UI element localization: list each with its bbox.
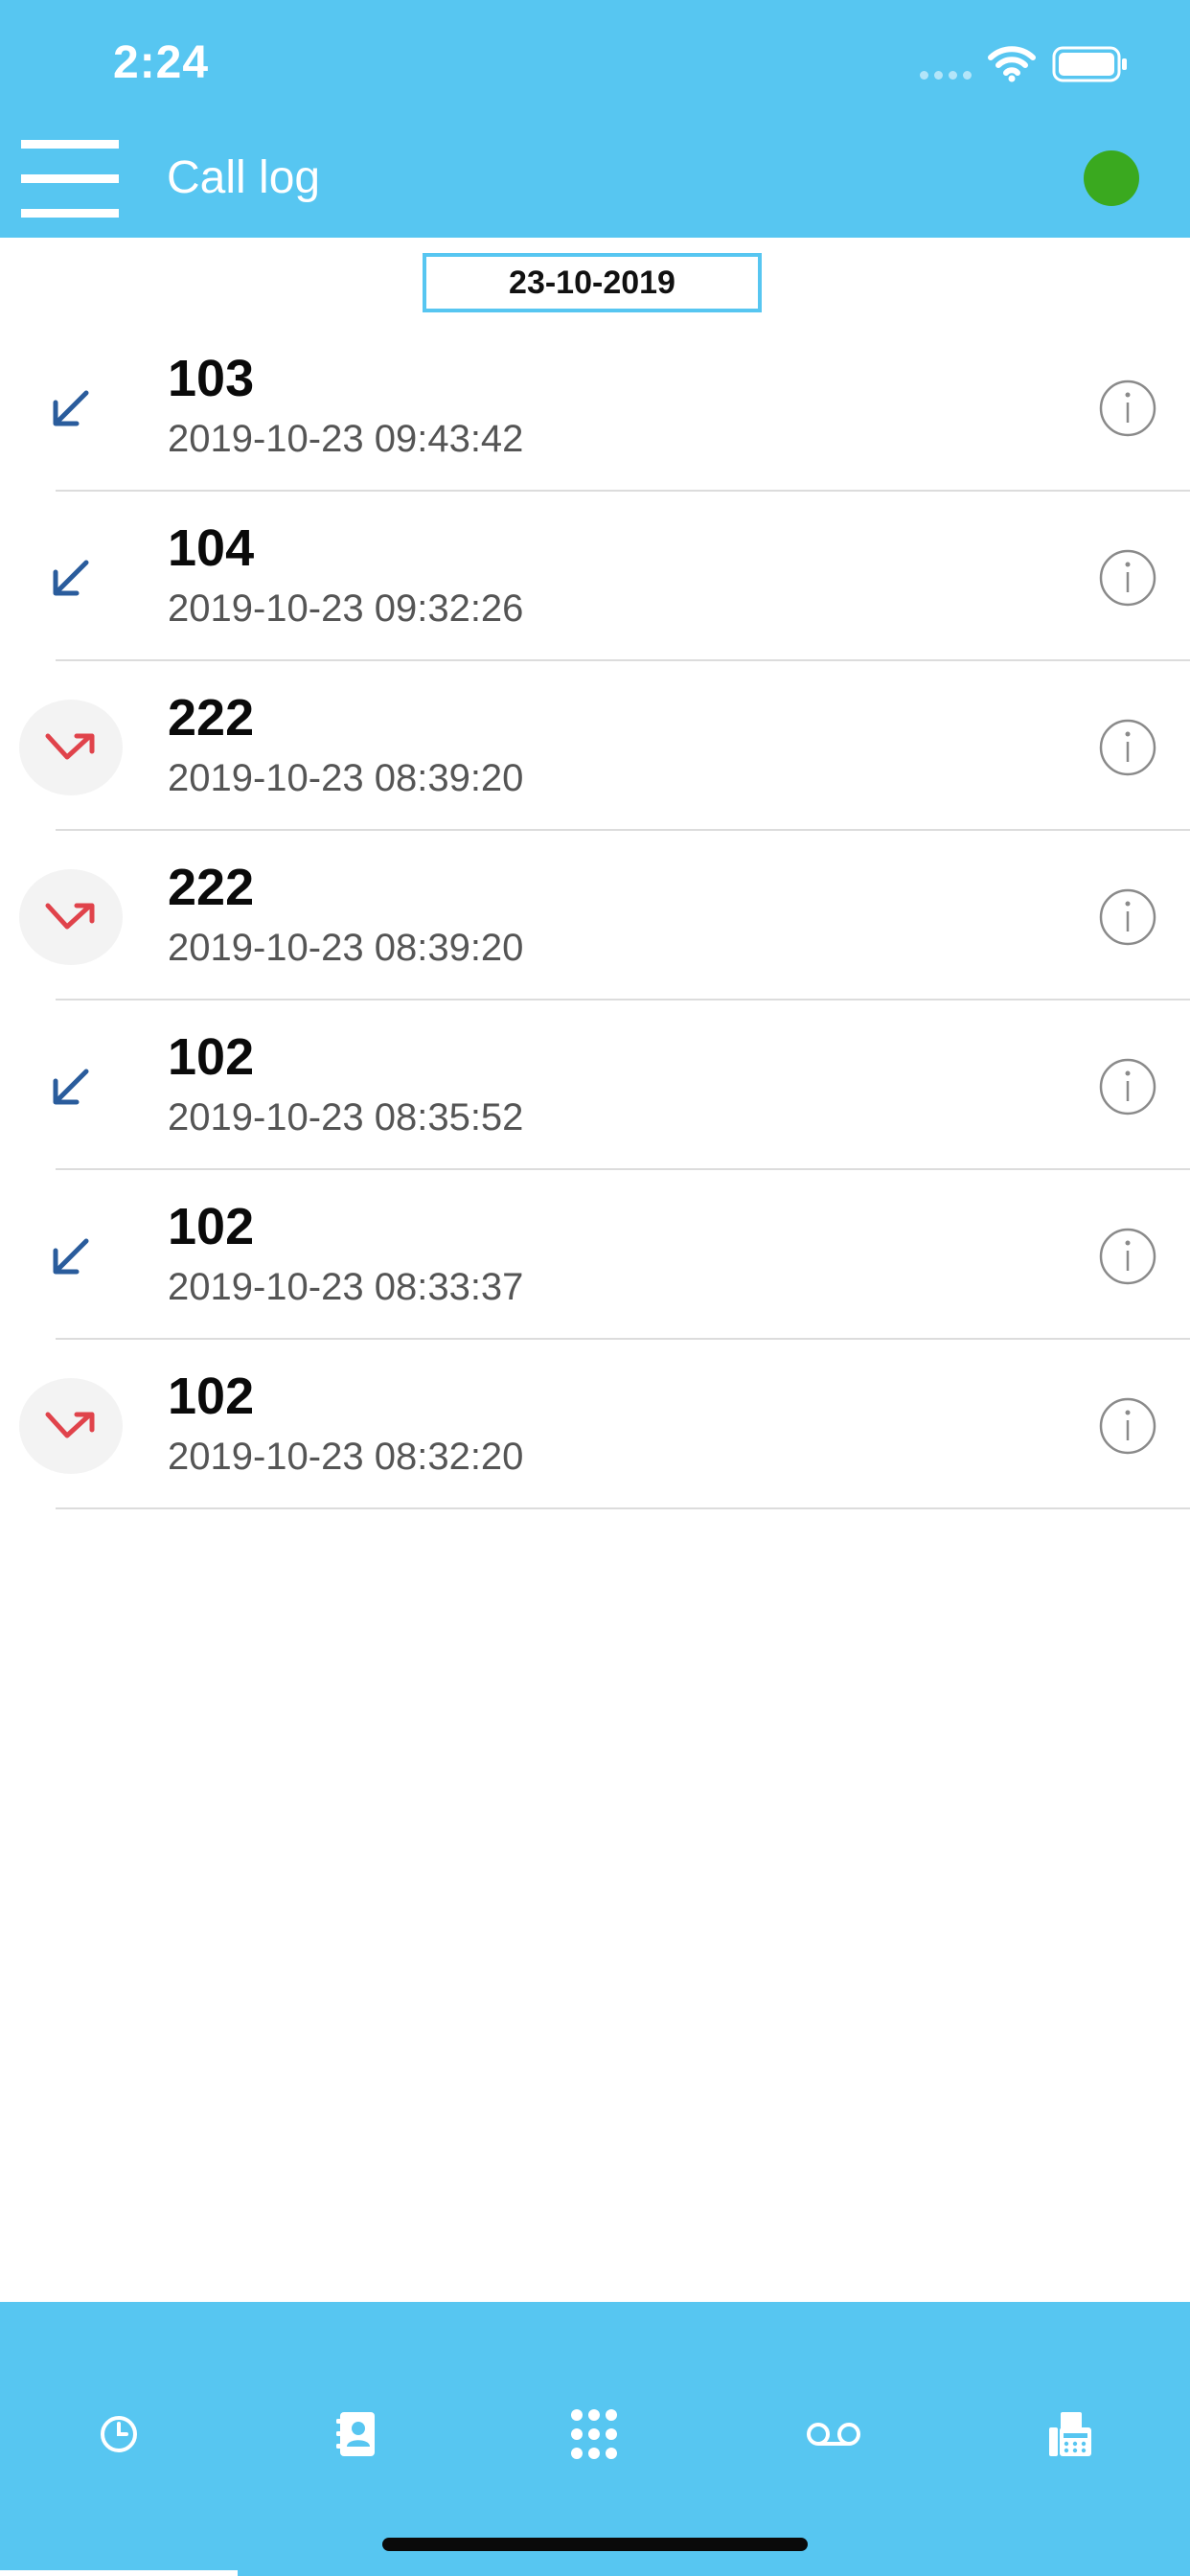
call-number: 222	[168, 689, 255, 747]
cellular-signal-icon	[920, 71, 972, 80]
call-number: 102	[168, 1368, 255, 1425]
tab-fax[interactable]	[1041, 2405, 1099, 2463]
call-info-button[interactable]	[1098, 1396, 1157, 1456]
dialpad-icon	[571, 2409, 617, 2459]
tab-contacts[interactable]	[328, 2405, 385, 2463]
call-list: 103 2019-10-23 09:43:42 104 2019-10-23 09:3…	[0, 322, 1190, 1509]
info-icon	[1099, 549, 1156, 607]
call-datetime: 2019-10-23 08:39:20	[168, 927, 524, 969]
fax-icon	[1049, 2412, 1091, 2456]
status-time: 2:24	[113, 37, 210, 88]
missed-call-badge	[19, 700, 123, 795]
tab-voicemail[interactable]	[805, 2405, 862, 2463]
call-number: 222	[168, 859, 255, 916]
incoming-call-badge	[19, 1208, 123, 1304]
info-icon	[1099, 719, 1156, 776]
page-title: Call log	[167, 152, 321, 203]
call-number: 104	[168, 519, 255, 577]
incoming-call-icon	[53, 560, 89, 596]
incoming-call-icon	[53, 1069, 89, 1105]
call-datetime: 2019-10-23 08:35:52	[168, 1096, 524, 1138]
call-info-button[interactable]	[1098, 887, 1157, 947]
call-datetime: 2019-10-23 09:43:42	[168, 418, 524, 460]
info-icon	[1099, 888, 1156, 946]
battery-icon	[1052, 46, 1127, 82]
active-tab-indicator	[0, 2570, 238, 2576]
call-log-row[interactable]: 104 2019-10-23 09:32:26	[0, 492, 1190, 661]
info-icon	[1099, 1228, 1156, 1285]
incoming-call-badge	[19, 530, 123, 626]
clock-icon	[101, 2416, 137, 2452]
missed-call-icon	[45, 1412, 95, 1438]
call-log-row[interactable]: 102 2019-10-23 08:35:52	[0, 1000, 1190, 1170]
contacts-icon	[336, 2412, 375, 2456]
call-number: 102	[168, 1028, 255, 1086]
voicemail-icon	[807, 2423, 860, 2446]
call-info-button[interactable]	[1098, 548, 1157, 608]
call-log-row[interactable]: 102 2019-10-23 08:32:20	[0, 1340, 1190, 1509]
call-log-row[interactable]: 102 2019-10-23 08:33:37	[0, 1170, 1190, 1340]
call-info-button[interactable]	[1098, 1057, 1157, 1116]
incoming-call-badge	[19, 360, 123, 456]
incoming-call-icon	[53, 390, 89, 426]
menu-icon[interactable]	[21, 140, 119, 218]
call-datetime: 2019-10-23 09:32:26	[168, 587, 524, 630]
wifi-icon	[988, 46, 1036, 82]
call-log-row[interactable]: 222 2019-10-23 08:39:20	[0, 831, 1190, 1000]
missed-call-icon	[45, 733, 95, 760]
call-log-row[interactable]: 103 2019-10-23 09:43:42	[0, 322, 1190, 492]
call-info-button[interactable]	[1098, 379, 1157, 438]
date-filter-button[interactable]: 23-10-2019	[423, 253, 762, 312]
call-datetime: 2019-10-23 08:32:20	[168, 1436, 524, 1478]
missed-call-icon	[45, 903, 95, 930]
home-indicator[interactable]	[382, 2538, 808, 2551]
call-info-button[interactable]	[1098, 1227, 1157, 1286]
info-icon	[1099, 1397, 1156, 1455]
presence-status-icon[interactable]	[1084, 150, 1139, 206]
missed-call-badge	[19, 1378, 123, 1474]
info-icon	[1099, 1058, 1156, 1116]
incoming-call-icon	[53, 1238, 89, 1275]
incoming-call-badge	[19, 1039, 123, 1135]
bottom-tab-bar	[0, 2302, 1190, 2576]
info-icon	[1099, 380, 1156, 437]
tab-recents[interactable]	[90, 2405, 148, 2463]
top-bar: 2:24 Call log	[0, 0, 1190, 238]
call-datetime: 2019-10-23 08:33:37	[168, 1266, 524, 1308]
missed-call-badge	[19, 869, 123, 965]
call-number: 102	[168, 1198, 255, 1255]
tab-dialpad[interactable]	[565, 2405, 623, 2463]
call-info-button[interactable]	[1098, 718, 1157, 777]
call-datetime: 2019-10-23 08:39:20	[168, 757, 524, 799]
call-number: 103	[168, 350, 255, 407]
call-log-row[interactable]: 222 2019-10-23 08:39:20	[0, 661, 1190, 831]
